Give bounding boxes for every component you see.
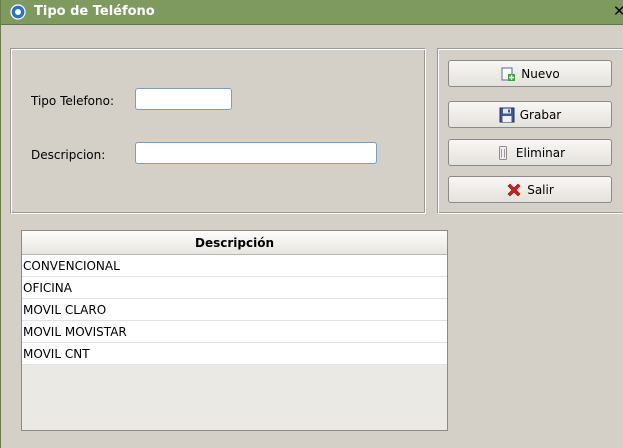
main-window: Tipo de Teléfono ✕ Tipo Telefono: Descri… [0,0,623,448]
new-document-icon [501,67,516,81]
form-panel [10,48,426,214]
table-row[interactable]: MOVIL MOVISTAR [22,321,447,343]
window-title: Tipo de Teléfono [34,4,155,19]
app-logo-icon [10,4,26,20]
tipo-telefono-label: Tipo Telefono: [31,94,115,108]
salir-button[interactable]: Salir [448,176,612,203]
salir-button-label: Salir [527,182,554,197]
nuevo-button[interactable]: Nuevo [448,60,612,87]
red-x-icon [507,183,521,196]
nuevo-button-label: Nuevo [521,66,560,81]
table-row[interactable]: CONVENCIONAL [22,255,447,277]
table-row[interactable]: OFICINA [22,277,447,299]
floppy-disk-icon [499,107,515,122]
close-icon[interactable]: ✕ [613,3,623,20]
tipo-telefono-input[interactable] [135,88,232,110]
trash-can-icon [498,145,507,160]
descripcion-label: Descripcion: [31,148,106,162]
title-bar[interactable]: Tipo de Teléfono ✕ [1,0,623,25]
descripcion-input[interactable] [135,142,377,164]
descripcion-table: Descripción CONVENCIONAL OFICINA MOVIL C… [21,230,448,431]
grabar-button[interactable]: Grabar [448,101,612,128]
table-header-descripcion[interactable]: Descripción [22,231,447,255]
table-row[interactable]: MOVIL CLARO [22,299,447,321]
table-row[interactable]: MOVIL CNT [22,343,447,365]
eliminar-button-label: Eliminar [515,145,566,160]
grabar-button-label: Grabar [519,107,562,122]
eliminar-button[interactable]: Eliminar [448,139,612,166]
